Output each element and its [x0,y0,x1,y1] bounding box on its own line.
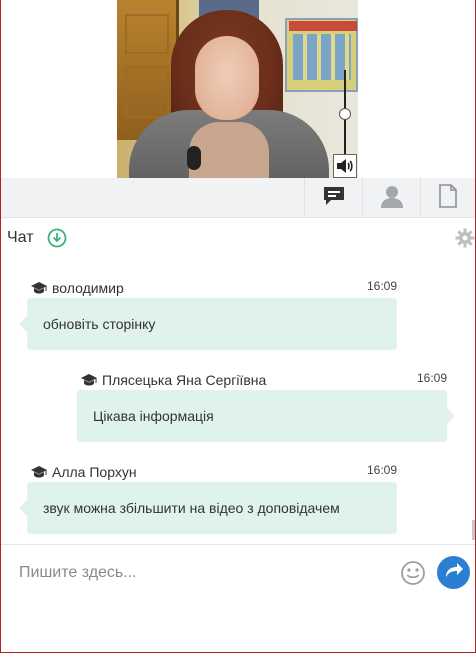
document-icon [438,183,458,213]
volume-slider-handle[interactable] [339,108,351,120]
message-bubble: звук можна збільшити на відео з доповіда… [19,482,397,534]
graduation-cap-icon [30,465,48,479]
message-header: володимир [30,279,124,297]
message-time: 16:09 [417,371,448,385]
video-poster [285,18,358,92]
message-time: 16:09 [367,279,398,293]
message-bubble: Цікава інформація [77,390,455,442]
message-author: Плясецька Яна Сергіївна [102,372,267,388]
message-header: Плясецька Яна Сергіївна [80,371,266,389]
user-icon [380,184,404,213]
video-speaker-face [195,36,259,120]
tab-files[interactable] [420,178,475,218]
video-player[interactable] [117,0,358,178]
message-input[interactable] [19,561,379,585]
gear-icon[interactable] [455,228,475,248]
download-chat-icon[interactable] [47,228,67,248]
chat-title: Чат [7,229,34,246]
tab-participants[interactable] [362,178,420,218]
message-time: 16:09 [367,463,398,477]
emoji-icon[interactable] [400,560,426,586]
chat-bubble-icon [322,185,346,212]
message-composer [1,544,475,600]
message-header: Алла Порхун [30,463,137,481]
volume-icon[interactable] [333,154,357,178]
panel-toolbar [1,178,475,218]
send-button[interactable] [437,556,470,589]
chat-scrollbar[interactable] [472,520,475,540]
message-text: звук можна збільшити на відео з доповіда… [43,500,340,516]
message-author: Алла Порхун [52,464,137,480]
tab-chat[interactable] [304,178,362,218]
graduation-cap-icon [80,373,98,387]
graduation-cap-icon [30,281,48,295]
message-author: володимир [52,280,124,296]
message-bubble: обновіть сторінку [19,298,397,350]
video-microphone [187,146,201,170]
send-arrow-icon [444,561,464,584]
message-text: Цікава інформація [93,408,214,424]
message-text: обновіть сторінку [43,316,156,332]
video-speaker-shirt [189,122,269,178]
